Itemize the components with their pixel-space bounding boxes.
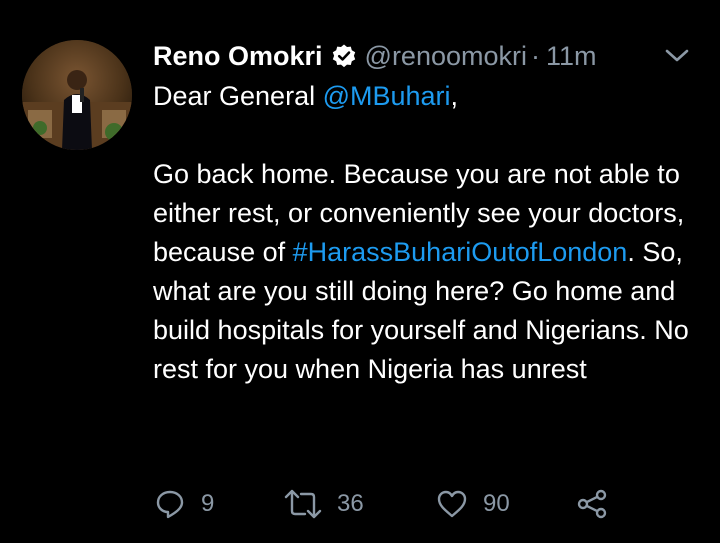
like-count: 90 [483, 490, 510, 517]
tweet-greeting: Dear General @MBuhari, [153, 77, 713, 116]
retweet-icon [284, 489, 322, 519]
reply-count: 9 [201, 490, 215, 517]
hashtag-link[interactable]: #HarassBuhariOutofLondon [293, 237, 628, 267]
tweet[interactable]: Reno Omokri @renoomokri · 11m Dear Gener… [0, 0, 720, 543]
like-button[interactable]: 90 [435, 484, 510, 524]
mention-link[interactable]: @MBuhari [323, 81, 451, 111]
separator-dot: · [531, 40, 540, 71]
reply-button[interactable]: 9 [153, 484, 214, 524]
author-name[interactable]: Reno Omokri [153, 41, 323, 72]
tweet-actions: 9 36 90 [153, 484, 713, 524]
greeting-comma: , [450, 81, 459, 111]
author-handle[interactable]: @renoomokri [365, 41, 527, 72]
tweet-paragraph: Go back home. Because you are not able t… [153, 155, 713, 389]
heart-icon [437, 490, 467, 518]
share-icon [577, 489, 607, 519]
retweet-count: 36 [337, 490, 364, 517]
greeting-text: Dear General [153, 81, 323, 111]
chevron-down-icon[interactable] [663, 46, 691, 66]
tweet-text: Dear General @MBuhari, Go back home. Bec… [153, 77, 713, 389]
avatar-image [22, 40, 132, 150]
reply-icon [156, 490, 184, 519]
retweet-button[interactable]: 36 [283, 484, 364, 524]
verified-badge-icon [331, 43, 357, 69]
avatar[interactable] [22, 40, 132, 150]
share-button[interactable] [575, 484, 609, 524]
tweet-timestamp[interactable]: 11m [546, 41, 597, 72]
tweet-header: Reno Omokri @renoomokri · 11m [153, 38, 597, 74]
